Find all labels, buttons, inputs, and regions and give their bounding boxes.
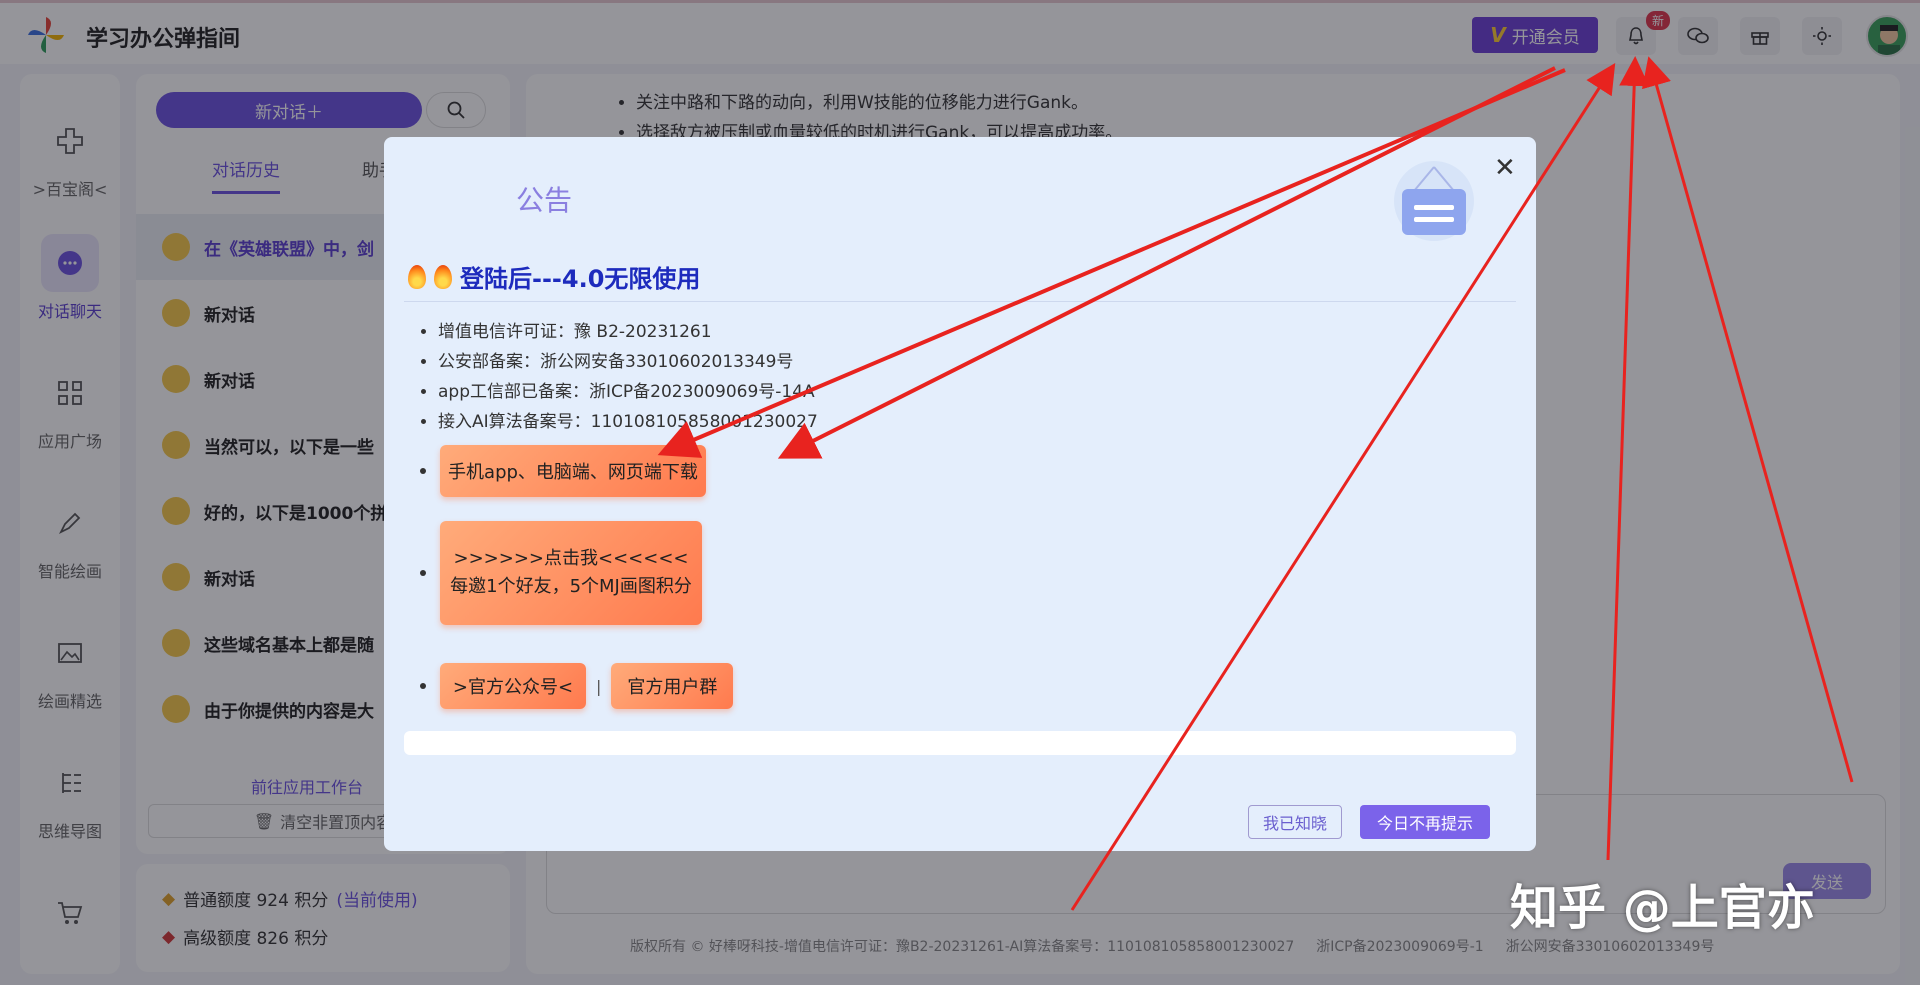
announcement-board-icon [1394, 161, 1474, 241]
watermark: 知乎 @上官亦 [1510, 880, 1815, 936]
invite-row: >>>>>>点击我<<<<<< 每邀1个好友，5个MJ画图积分 [420, 521, 702, 625]
modal-title: 公告 [516, 184, 573, 217]
separator: | [596, 676, 602, 696]
license-item: 公安部备案：浙公网安备33010602013349号 [438, 347, 818, 377]
official-row: >官方公众号< | 官方用户群 [420, 663, 734, 709]
announcement-modal: 公告 ✕ 登陆后---4.0无限使用 增值电信许可证：豫 B2-20231261… [384, 137, 1536, 851]
license-item: app工信部已备案：浙ICP备2023009069号-14A [438, 377, 818, 407]
close-icon[interactable]: ✕ [1494, 153, 1516, 183]
divider [404, 301, 1516, 302]
license-item: 接入AI算法备案号：110108105858001230027 [438, 407, 818, 437]
invite-button[interactable]: >>>>>>点击我<<<<<< 每邀1个好友，5个MJ画图积分 [440, 521, 702, 625]
fire-icon [408, 264, 426, 289]
license-info-list: 增值电信许可证：豫 B2-20231261 公安部备案：浙公网安备3301060… [420, 317, 818, 437]
download-button[interactable]: 手机app、电脑端、网页端下载 [440, 445, 706, 497]
modal-headline: 登陆后---4.0无限使用 [408, 259, 700, 294]
acknowledge-button[interactable]: 我已知晓 [1248, 805, 1342, 839]
official-account-button[interactable]: >官方公众号< [440, 663, 586, 709]
mute-today-button[interactable]: 今日不再提示 [1360, 805, 1490, 839]
fire-icon [434, 264, 452, 289]
download-row: 手机app、电脑端、网页端下载 [420, 445, 706, 497]
user-group-button[interactable]: 官方用户群 [611, 663, 734, 709]
modal-blank-bar [404, 731, 1516, 755]
license-item: 增值电信许可证：豫 B2-20231261 [438, 317, 818, 347]
